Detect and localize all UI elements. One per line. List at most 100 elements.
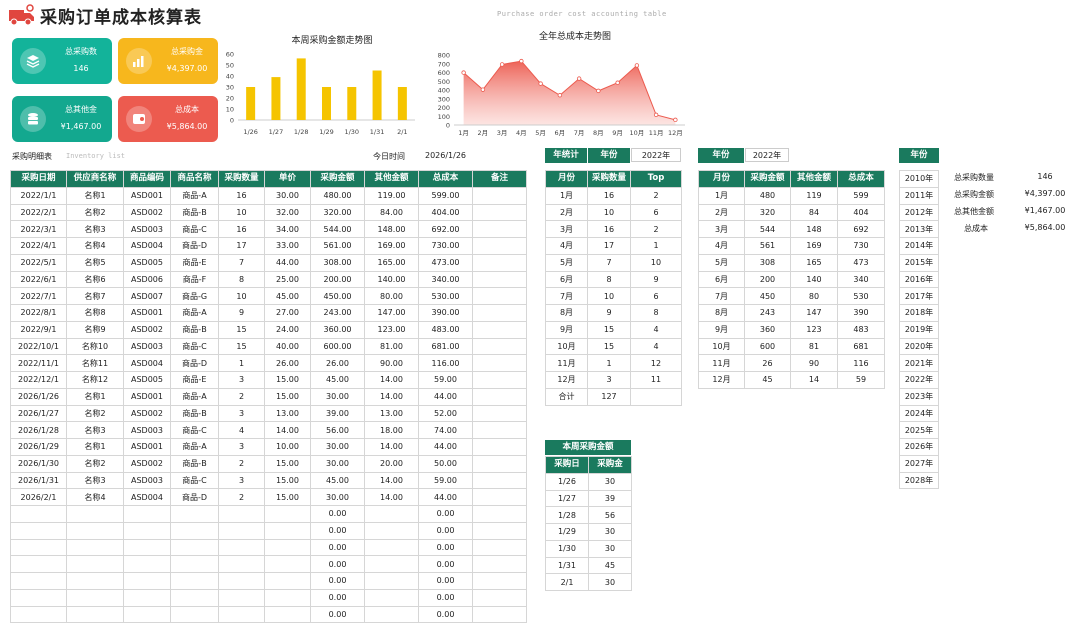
detail-cell[interactable]: 15.00: [264, 387, 311, 406]
detail-cell[interactable]: [218, 605, 265, 624]
detail-cell[interactable]: 0.00: [418, 555, 473, 573]
year-cell[interactable]: 2025年: [899, 421, 939, 439]
monthly-cell[interactable]: 480: [744, 186, 791, 205]
detail-cell[interactable]: [66, 538, 124, 557]
stats-cell[interactable]: 16: [587, 186, 631, 205]
detail-cell[interactable]: ASD001: [123, 304, 171, 322]
monthly-cell[interactable]: 473: [837, 253, 885, 272]
weekly-cell[interactable]: 39: [588, 489, 632, 508]
detail-cell[interactable]: [364, 588, 419, 607]
detail-cell[interactable]: [10, 572, 67, 590]
detail-cell[interactable]: 名称3: [66, 471, 124, 490]
detail-cell[interactable]: 15: [218, 337, 265, 356]
detail-cell[interactable]: 商品-D: [170, 488, 219, 506]
detail-cell[interactable]: 3: [218, 371, 265, 389]
weekly-cell[interactable]: 1/30: [545, 539, 589, 558]
weekly-cell[interactable]: 2/1: [545, 573, 589, 591]
detail-cell[interactable]: 81.00: [364, 337, 419, 356]
detail-cell[interactable]: ASD001: [123, 387, 171, 406]
detail-cell[interactable]: [10, 555, 67, 573]
monthly-cell[interactable]: 80: [790, 287, 838, 305]
detail-cell[interactable]: 483.00: [418, 320, 473, 339]
stats-cell[interactable]: 9: [630, 270, 682, 289]
monthly-cell[interactable]: 3月: [698, 220, 745, 238]
detail-cell[interactable]: 2026/1/27: [10, 404, 67, 423]
detail-cell[interactable]: [170, 588, 219, 607]
stats-cell[interactable]: 7: [587, 253, 631, 272]
monthly-year-select[interactable]: 2022年: [745, 148, 789, 162]
detail-cell[interactable]: 名称4: [66, 488, 124, 506]
detail-cell[interactable]: [472, 354, 527, 372]
monthly-cell[interactable]: 730: [837, 237, 885, 255]
monthly-cell[interactable]: 599: [837, 186, 885, 205]
detail-cell[interactable]: 26.00: [264, 354, 311, 372]
year-cell[interactable]: 2026年: [899, 438, 939, 456]
detail-cell[interactable]: 10.00: [264, 438, 311, 456]
detail-cell[interactable]: [123, 588, 171, 607]
detail-cell[interactable]: ASD006: [123, 270, 171, 289]
year-cell[interactable]: 2022年: [899, 371, 939, 389]
detail-cell[interactable]: 商品-B: [170, 404, 219, 423]
detail-cell[interactable]: 2: [218, 488, 265, 506]
detail-cell[interactable]: 0.00: [310, 538, 365, 557]
detail-cell[interactable]: 名称1: [66, 438, 124, 456]
detail-cell[interactable]: [10, 521, 67, 540]
detail-cell[interactable]: [472, 421, 527, 439]
monthly-cell[interactable]: 2月: [698, 203, 745, 222]
detail-cell[interactable]: 14.00: [364, 471, 419, 490]
detail-cell[interactable]: [472, 454, 527, 473]
monthly-cell[interactable]: 404: [837, 203, 885, 222]
detail-cell[interactable]: [472, 555, 527, 573]
monthly-cell[interactable]: 14: [790, 371, 838, 389]
detail-cell[interactable]: [472, 203, 527, 222]
detail-cell[interactable]: 340.00: [418, 270, 473, 289]
detail-cell[interactable]: 10: [218, 287, 265, 305]
stats-cell[interactable]: 1: [630, 237, 682, 255]
stats-cell[interactable]: 10月: [545, 337, 588, 356]
monthly-cell[interactable]: 360: [744, 320, 791, 339]
detail-cell[interactable]: 名称7: [66, 287, 124, 305]
detail-cell[interactable]: 商品-A: [170, 438, 219, 456]
detail-cell[interactable]: [264, 572, 311, 590]
detail-cell[interactable]: 59.00: [418, 371, 473, 389]
weekly-cell[interactable]: 1/28: [545, 506, 589, 524]
detail-cell[interactable]: 4: [218, 421, 265, 439]
detail-cell[interactable]: ASD003: [123, 220, 171, 238]
detail-cell[interactable]: 2022/5/1: [10, 253, 67, 272]
detail-cell[interactable]: [10, 588, 67, 607]
detail-cell[interactable]: 25.00: [264, 270, 311, 289]
detail-cell[interactable]: 30.00: [264, 186, 311, 205]
year-cell[interactable]: 2010年: [899, 170, 939, 188]
detail-cell[interactable]: 34.00: [264, 220, 311, 238]
monthly-cell[interactable]: 681: [837, 337, 885, 356]
stats-cell[interactable]: [630, 387, 682, 406]
detail-cell[interactable]: [472, 438, 527, 456]
detail-cell[interactable]: 2022/8/1: [10, 304, 67, 322]
detail-cell[interactable]: 2022/7/1: [10, 287, 67, 305]
detail-cell[interactable]: 308.00: [310, 253, 365, 272]
detail-cell[interactable]: 2022/2/1: [10, 203, 67, 222]
detail-cell[interactable]: [264, 555, 311, 573]
detail-cell[interactable]: [10, 505, 67, 523]
detail-cell[interactable]: 0.00: [310, 572, 365, 590]
detail-cell[interactable]: 2022/12/1: [10, 371, 67, 389]
stats-cell[interactable]: 9月: [545, 320, 588, 339]
detail-cell[interactable]: 名称12: [66, 371, 124, 389]
detail-cell[interactable]: 14.00: [264, 421, 311, 439]
detail-cell[interactable]: [472, 304, 527, 322]
detail-cell[interactable]: [472, 538, 527, 557]
detail-cell[interactable]: 40.00: [264, 337, 311, 356]
stats-cell[interactable]: 15: [587, 337, 631, 356]
detail-cell[interactable]: [264, 588, 311, 607]
detail-cell[interactable]: ASD002: [123, 454, 171, 473]
monthly-cell[interactable]: 320: [744, 203, 791, 222]
detail-cell[interactable]: 14.00: [364, 438, 419, 456]
monthly-cell[interactable]: 600: [744, 337, 791, 356]
detail-cell[interactable]: 名称10: [66, 337, 124, 356]
monthly-cell[interactable]: 165: [790, 253, 838, 272]
detail-cell[interactable]: ASD003: [123, 471, 171, 490]
detail-cell[interactable]: 56.00: [310, 421, 365, 439]
monthly-cell[interactable]: 84: [790, 203, 838, 222]
detail-cell[interactable]: 74.00: [418, 421, 473, 439]
detail-cell[interactable]: [364, 505, 419, 523]
